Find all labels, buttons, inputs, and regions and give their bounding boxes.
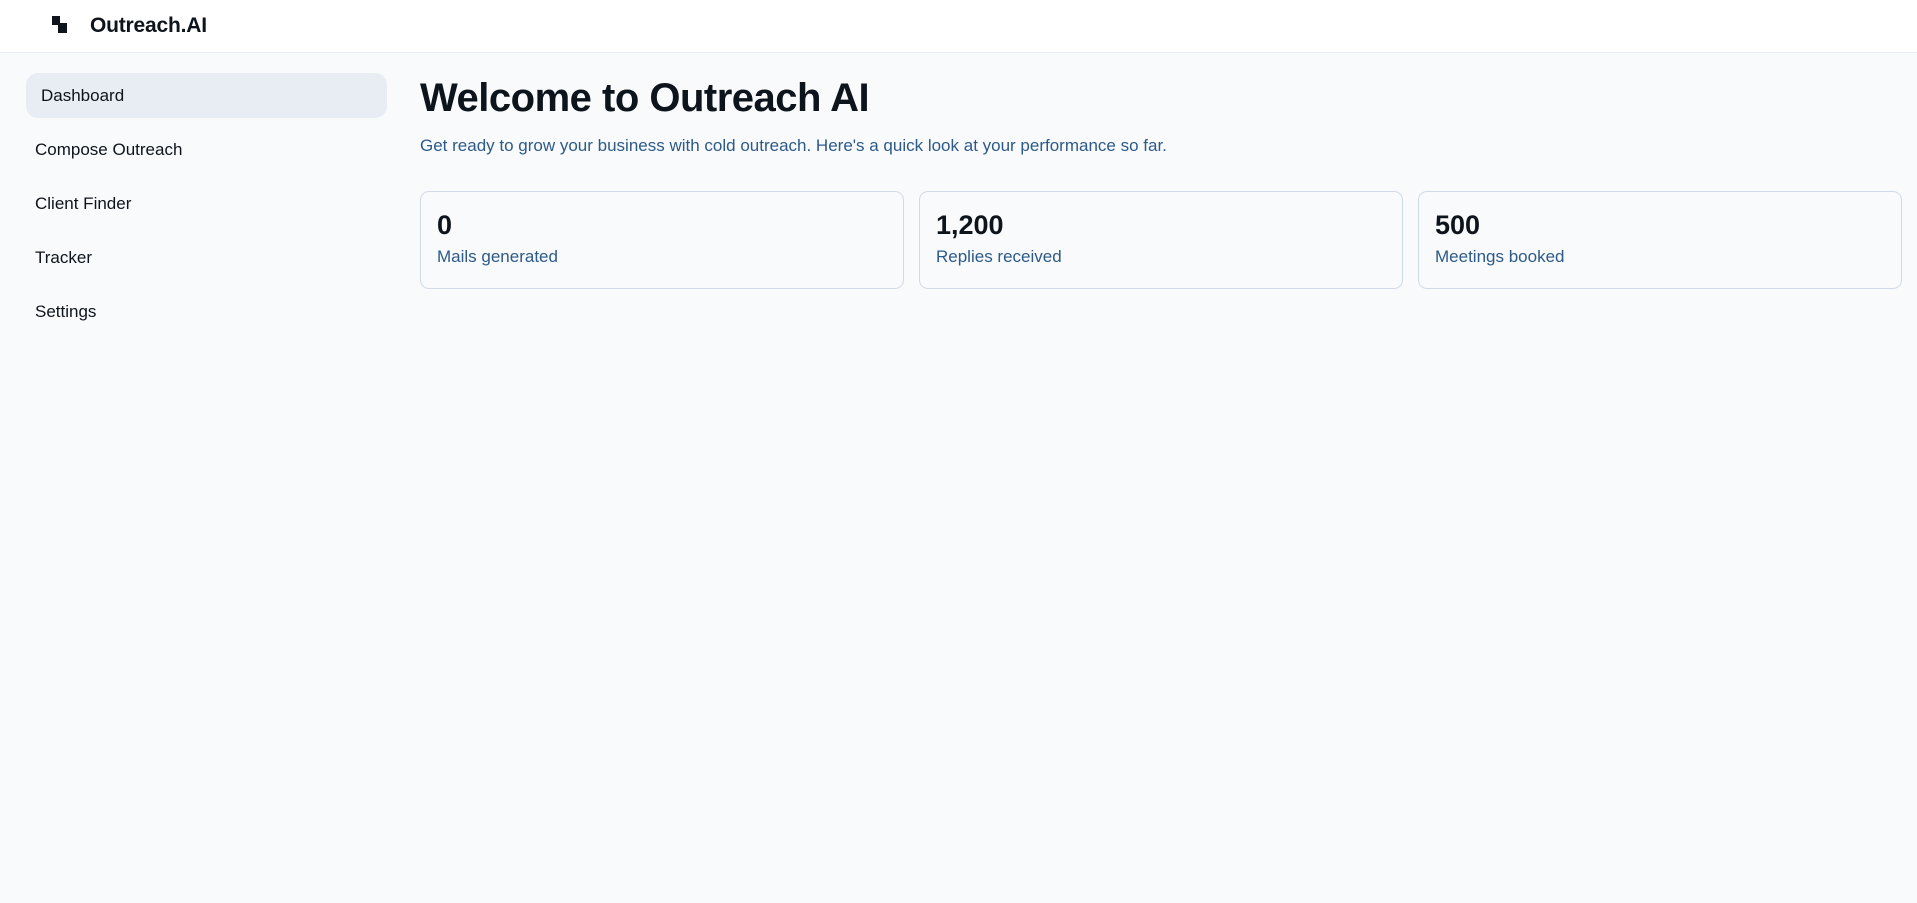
stat-card-mails-generated: 0 Mails generated (420, 191, 904, 289)
page-title: Welcome to Outreach AI (420, 76, 870, 120)
main-content: Welcome to Outreach AI Get ready to grow… (420, 73, 1902, 289)
sidebar-item-dashboard[interactable]: Dashboard (26, 73, 387, 118)
page-subtitle: Get ready to grow your business with col… (420, 136, 1167, 155)
top-header: Outreach.AI (0, 0, 1917, 53)
stat-label: Replies received (936, 247, 1062, 266)
stat-card-meetings-booked: 500 Meetings booked (1418, 191, 1902, 289)
sidebar-nav: Dashboard Compose Outreach Client Finder… (26, 73, 387, 343)
stat-card-replies-received: 1,200 Replies received (919, 191, 1403, 289)
stats-row: 0 Mails generated 1,200 Replies received… (420, 191, 1902, 289)
sidebar-item-tracker[interactable]: Tracker (26, 235, 387, 280)
stat-value: 1,200 (936, 210, 1004, 240)
stacked-squares-icon (52, 16, 67, 33)
sidebar-item-settings[interactable]: Settings (26, 289, 387, 334)
stat-value: 0 (437, 210, 453, 240)
stat-label: Meetings booked (1435, 247, 1565, 266)
stat-value: 500 (1435, 210, 1481, 240)
stat-label: Mails generated (437, 247, 558, 266)
brand-name[interactable]: Outreach.AI (90, 13, 207, 39)
sidebar-item-client-finder[interactable]: Client Finder (26, 181, 387, 226)
sidebar-item-compose-outreach[interactable]: Compose Outreach (26, 127, 387, 172)
